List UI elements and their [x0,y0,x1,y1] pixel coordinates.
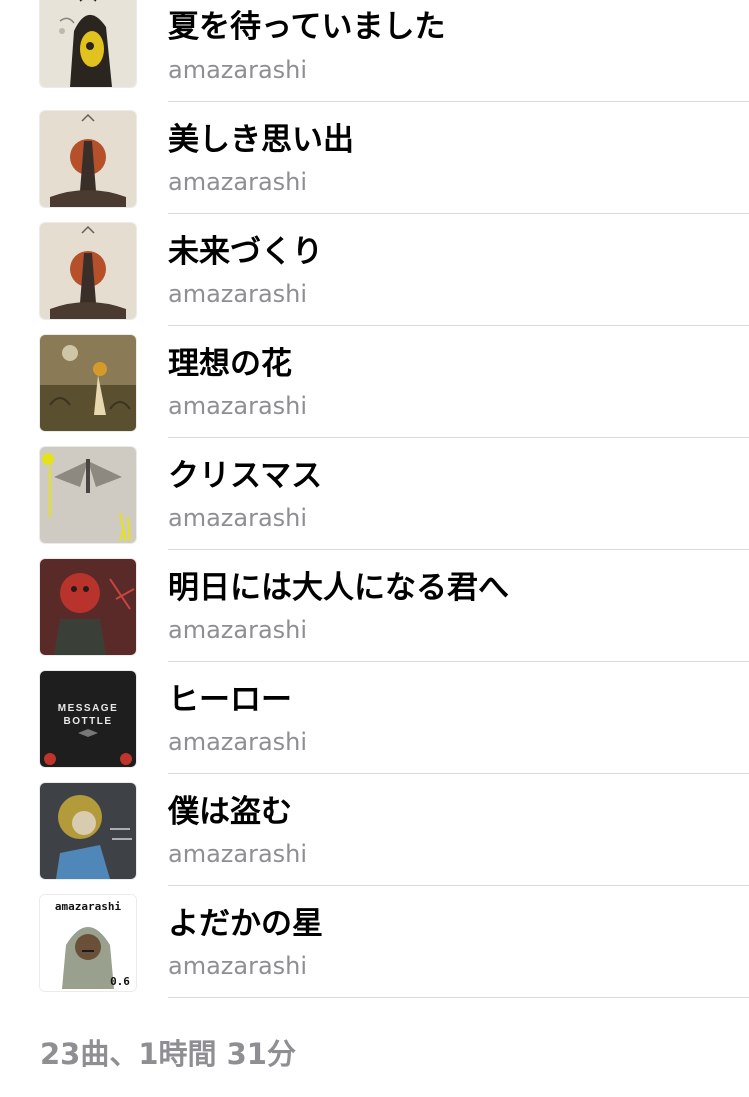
track-artist: amazarashi [168,728,308,756]
track-title: 理想の花 [168,346,292,382]
artwork-hooded-child-icon: amazarashi 0.6 [40,895,136,991]
row-divider [168,437,749,438]
track-row[interactable]: 夏を待っていました amazarashi [0,0,749,112]
track-artist: amazarashi [168,280,308,308]
album-artwork [40,335,136,431]
album-artwork: MESSAGE BOTTLE [40,671,136,767]
artwork-gold-portrait-icon [40,783,136,879]
track-artist: amazarashi [168,616,308,644]
track-artist: amazarashi [168,840,308,868]
track-artist: amazarashi [168,56,308,84]
artwork-red-sun-figure-icon [40,223,136,319]
row-divider [168,325,749,326]
track-title: 未来づくり [168,234,323,270]
artwork-red-mask-icon [40,559,136,655]
album-artwork [40,223,136,319]
row-divider [168,997,749,998]
artwork-text: BOTTLE [64,716,113,727]
track-title: 明日には大人になる君へ [168,570,509,606]
track-title: ヒーロー [168,682,292,718]
album-artwork [40,447,136,543]
track-row[interactable]: クリスマス amazarashi [0,447,749,560]
row-divider [168,885,749,886]
album-artwork [40,111,136,207]
artwork-red-sun-figure-icon [40,111,136,207]
track-artist: amazarashi [168,168,308,196]
row-divider [168,773,749,774]
track-title: よだかの星 [168,906,323,942]
track-row[interactable]: 明日には大人になる君へ amazarashi [0,559,749,672]
artwork-text: 0.6 [110,975,130,988]
track-row[interactable]: 理想の花 amazarashi [0,335,749,448]
track-row[interactable]: 僕は盗む amazarashi [0,783,749,896]
row-divider [168,213,749,214]
artwork-text: amazarashi [55,900,122,913]
track-artist: amazarashi [168,392,308,420]
artwork-flower-field-icon [40,335,136,431]
track-row[interactable]: 美しき思い出 amazarashi [0,111,749,224]
playlist-summary: 23曲、1時間 31分 [40,1037,296,1071]
album-artwork [40,783,136,879]
track-title: 夏を待っていました [168,9,446,45]
track-row[interactable]: 未来づくり amazarashi [0,223,749,336]
track-row[interactable]: amazarashi 0.6 よだかの星 amazarashi [0,895,749,1008]
track-artist: amazarashi [168,952,308,980]
row-divider [168,661,749,662]
track-title: クリスマス [168,458,323,494]
track-title: 美しき思い出 [168,122,354,158]
album-artwork: amazarashi 0.6 [40,895,136,991]
track-artist: amazarashi [168,504,308,532]
artwork-angel-wings-icon [40,447,136,543]
artwork-summer-girl-icon [40,0,136,87]
album-artwork [40,559,136,655]
row-divider [168,101,749,102]
artwork-message-bottle-icon: MESSAGE BOTTLE [40,671,136,767]
track-row[interactable]: MESSAGE BOTTLE ヒーロー amazarashi [0,671,749,784]
row-divider [168,549,749,550]
track-title: 僕は盗む [168,794,292,830]
artwork-text: MESSAGE [58,703,119,714]
album-artwork [40,0,136,87]
